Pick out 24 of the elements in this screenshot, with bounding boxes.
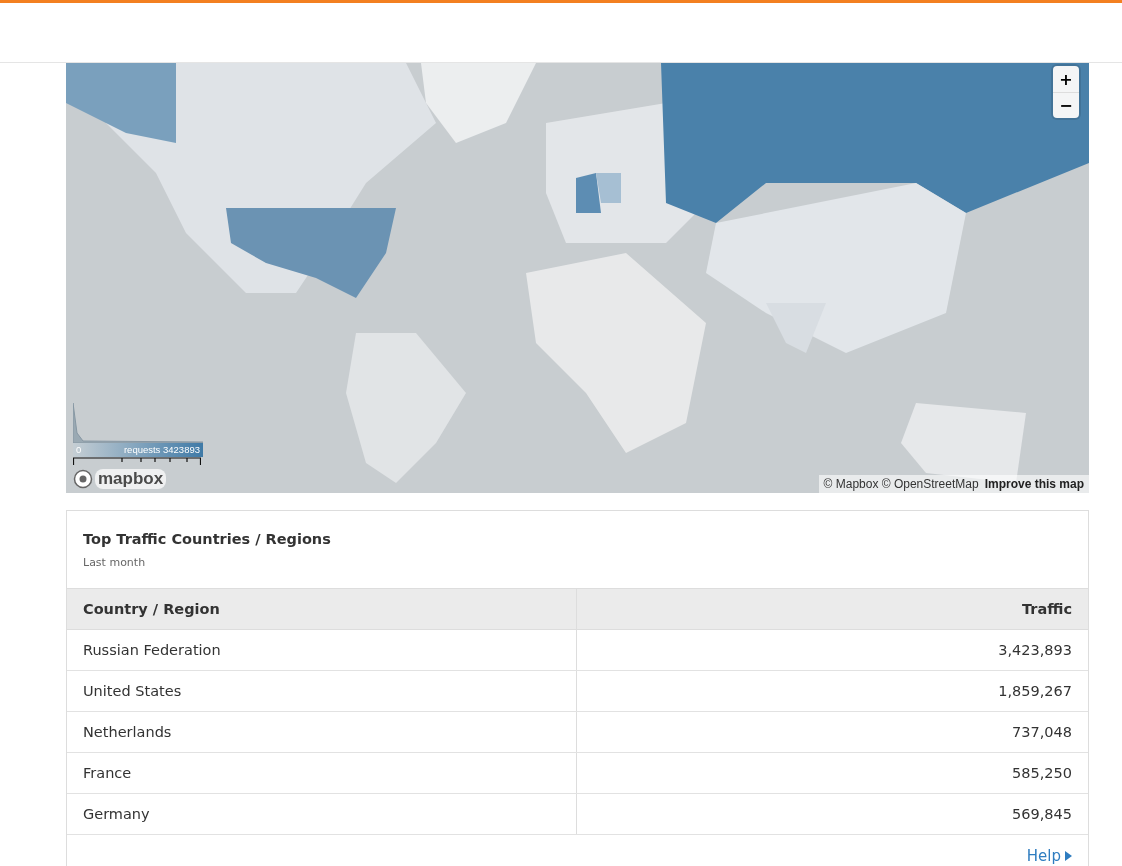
table-cell: 3,423,893 bbox=[576, 629, 1088, 671]
table-cell: 1,859,267 bbox=[576, 670, 1088, 712]
legend-min: 0 bbox=[76, 443, 82, 457]
column-header: Country / Region bbox=[67, 588, 577, 630]
improve-map-link[interactable]: Improve this map bbox=[984, 477, 1084, 491]
card-subtitle: Last month bbox=[83, 556, 147, 569]
table-cell: 737,048 bbox=[576, 711, 1088, 753]
legend-max: requests 3423893 bbox=[123, 443, 200, 457]
table-cell: France bbox=[67, 752, 577, 794]
zoom-out-button[interactable]: − bbox=[1053, 92, 1079, 118]
table-cell: Russian Federation bbox=[67, 629, 577, 671]
table-cell: Germany bbox=[67, 793, 577, 835]
zoom-in-button[interactable]: + bbox=[1053, 66, 1079, 92]
mapbox-logo: mapbox bbox=[95, 469, 167, 489]
table-cell: Netherlands bbox=[67, 711, 577, 753]
card-title: Top Traffic Countries / Regions bbox=[83, 531, 332, 547]
help-link[interactable]: Help bbox=[1026, 847, 1072, 865]
caret-icon bbox=[1065, 851, 1072, 861]
table-cell: United States bbox=[67, 670, 577, 712]
mapbox-logo-icon bbox=[73, 469, 93, 489]
attribution-text: © Mapbox © OpenStreetMap bbox=[823, 477, 979, 491]
table-cell: 585,250 bbox=[576, 752, 1088, 794]
table-cell: 569,845 bbox=[576, 793, 1088, 835]
column-header: Traffic bbox=[576, 588, 1088, 630]
